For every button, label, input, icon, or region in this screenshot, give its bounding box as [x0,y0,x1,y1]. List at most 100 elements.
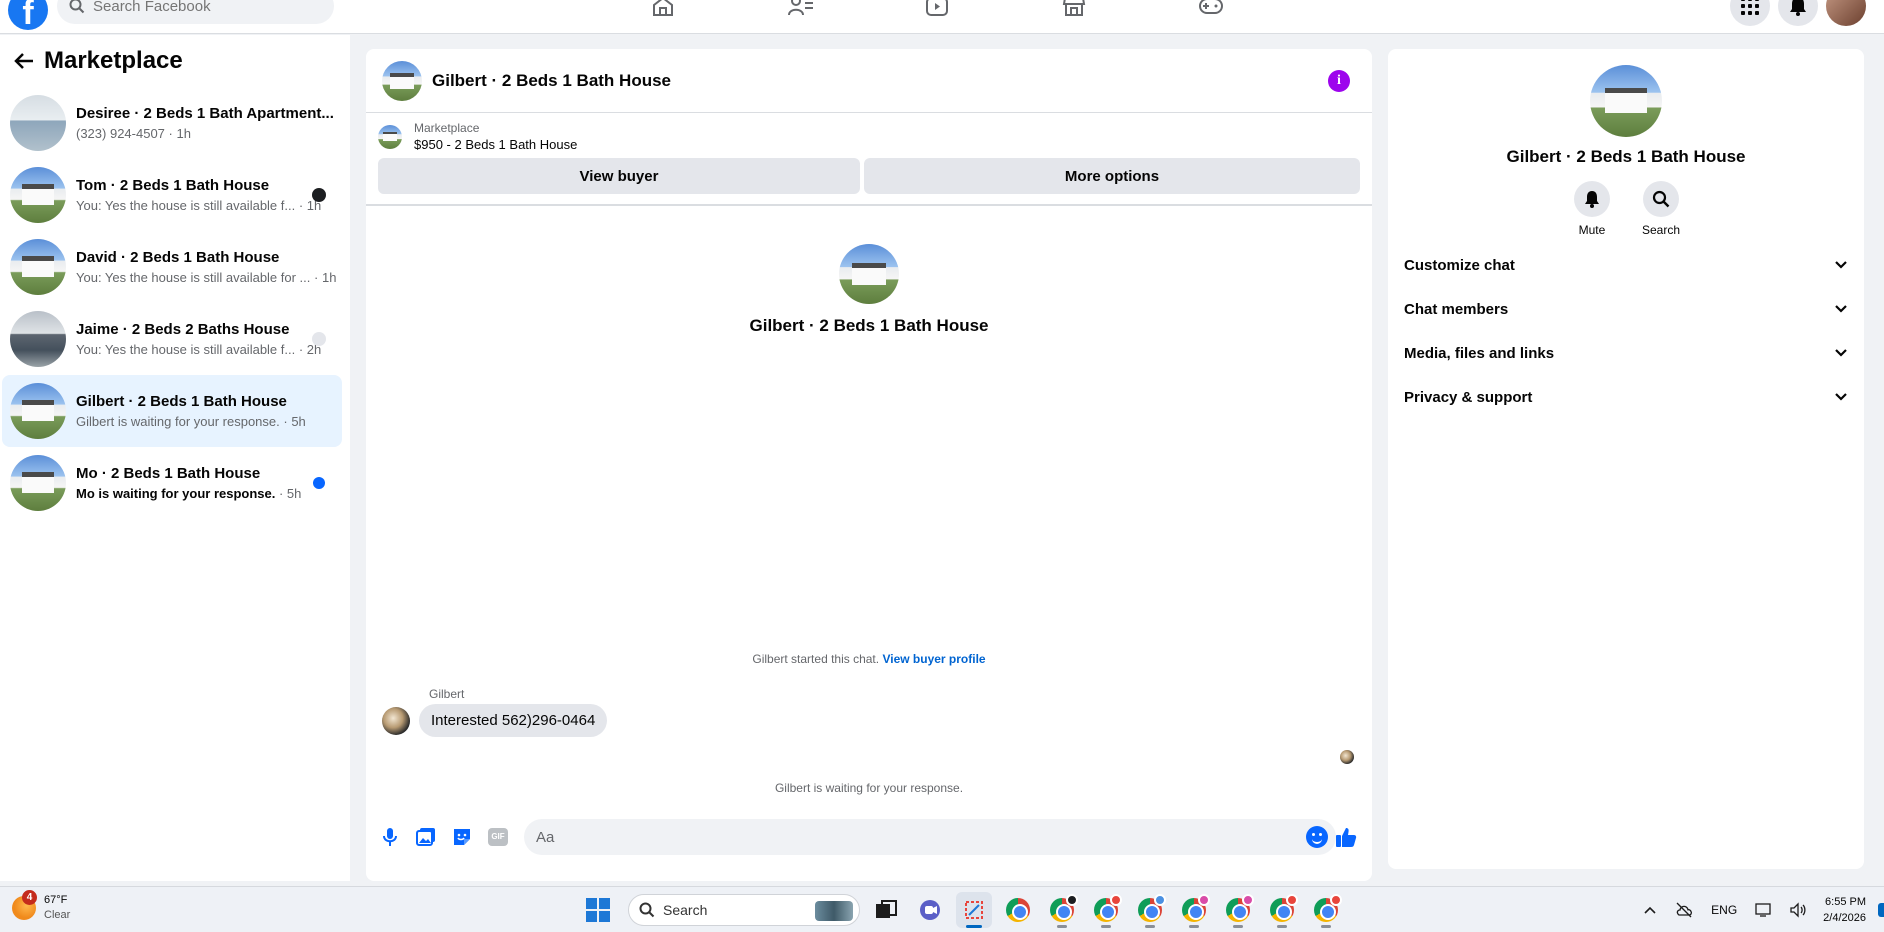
conversation-info-panel: Gilbert · 2 Beds 1 Bath House Mute Searc… [1388,49,1864,869]
video-icon[interactable] [922,0,952,18]
section-chat-members[interactable]: Chat members [1388,287,1864,331]
weather-widget[interactable]: 4 67°F Clear [12,890,71,923]
conversation-item[interactable]: Jaime · 2 Beds 2 Baths House You: Yes th… [2,303,342,375]
chrome-profile-icon[interactable] [1088,892,1124,928]
conversation-item-unread[interactable]: Mo · 2 Beds 1 Bath House Mo is waiting f… [2,447,342,519]
facebook-search-box[interactable] [57,0,334,24]
sender-avatar[interactable] [382,706,410,735]
search-label: Search [1641,223,1681,237]
seen-avatar [312,188,326,202]
sticker-icon[interactable] [450,825,474,849]
listing-price[interactable]: $950 - 2 Beds 1 Bath House [414,137,577,152]
gif-icon[interactable]: GIF [486,825,510,849]
waiting-notice: Gilbert is waiting for your response. [774,781,964,795]
info-icon[interactable]: i [1328,70,1350,92]
unread-dot [313,477,325,489]
photo-icon[interactable] [414,825,438,849]
section-privacy-support[interactable]: Privacy & support [1388,375,1864,419]
search-icon [639,902,655,918]
listing-avatar [10,383,66,439]
home-icon[interactable] [648,0,678,18]
chat-panel: Gilbert · 2 Beds 1 Bath House i Marketpl… [366,49,1372,881]
gaming-icon[interactable] [1196,0,1226,18]
teams-chat-icon[interactable] [912,892,948,928]
menu-grid-button[interactable] [1730,0,1770,26]
cloud-off-icon[interactable] [1670,896,1698,924]
clock-time: 6:55 PM [1825,896,1866,908]
section-customize-chat[interactable]: Customize chat [1388,243,1864,287]
language-indicator[interactable]: ENG [1711,903,1737,917]
thumbs-up-icon[interactable] [1334,825,1358,849]
search-icon [69,0,85,14]
search-in-chat-button[interactable]: Search [1642,181,1680,237]
chat-title[interactable]: Gilbert · 2 Beds 1 Bath House [432,71,671,91]
mute-button[interactable]: Mute [1573,181,1610,237]
bell-icon [1790,0,1806,16]
friends-icon[interactable] [786,0,816,18]
listing-avatar [10,95,66,151]
chevron-up-icon[interactable] [1636,896,1664,924]
intro-avatar [839,244,899,304]
more-options-button[interactable]: More options [864,158,1360,194]
taskbar-search[interactable]: Search [628,894,860,926]
chevron-down-icon [1835,305,1847,313]
listing-avatar [10,455,66,511]
listing-banner: Marketplace $950 - 2 Beds 1 Bath House V… [366,113,1372,206]
search-highlight-image [815,901,853,921]
emoji-icon[interactable] [1306,826,1328,848]
chevron-down-icon [1835,393,1847,401]
conversation-item[interactable]: David · 2 Beds 1 Bath House You: Yes the… [2,231,342,303]
profile-avatar[interactable] [1826,0,1866,26]
section-media-files-links[interactable]: Media, files and links [1388,331,1864,375]
weather-badge: 4 [22,890,37,905]
view-buyer-profile-link[interactable]: View buyer profile [882,652,985,666]
chrome-profile-icon[interactable] [1044,892,1080,928]
notification-indicator[interactable] [1878,903,1884,917]
info-name: Gilbert · 2 Beds 1 Bath House [1506,147,1746,166]
conversation-name: David · 2 Beds 1 Bath House [76,249,280,266]
chat-started-notice: Gilbert started this chat. View buyer pr… [752,652,986,666]
windows-taskbar: 4 67°F Clear Search ENG 6:55 PM 2/4/2026 [0,886,1884,932]
sidebar-title: Marketplace [44,47,183,74]
message-composer: GIF [366,819,1372,855]
message-row: Interested 562)296-0464 [382,704,608,737]
conversation-item-active[interactable]: Gilbert · 2 Beds 1 Bath House Gilbert is… [2,375,342,447]
listing-avatar [10,167,66,223]
listing-thumbnail[interactable] [378,124,402,149]
weather-moon-icon: 4 [12,890,37,920]
facebook-logo[interactable]: f [8,0,48,32]
chevron-down-icon [1835,349,1847,357]
conversation-name: Tom · 2 Beds 1 Bath House [76,177,270,194]
chrome-profile-icon[interactable] [1132,892,1168,928]
system-clock[interactable]: 6:55 PM 2/4/2026 [1823,894,1866,926]
conversation-name: Jaime · 2 Beds 2 Baths House [76,321,290,338]
chrome-profile-icon[interactable] [1176,892,1212,928]
chat-avatar[interactable] [382,60,422,101]
network-icon[interactable] [1750,896,1778,924]
task-view-icon[interactable] [868,892,904,928]
message-bubble[interactable]: Interested 562)296-0464 [419,704,608,737]
conversation-snippet: (323) 924-4507 · 1h [76,126,191,141]
conversation-item[interactable]: Desiree · 2 Beds 1 Bath Apartment... (32… [2,87,342,159]
chrome-icon[interactable] [1000,892,1036,928]
notifications-button[interactable] [1778,0,1818,26]
snipping-tool-icon[interactable] [956,892,992,928]
facebook-search-input[interactable] [93,0,313,15]
microphone-icon[interactable] [378,825,402,849]
menu-grid-icon [1741,0,1759,15]
conversation-item[interactable]: Tom · 2 Beds 1 Bath House You: Yes the h… [2,159,342,231]
message-input-box[interactable] [524,819,1336,855]
weather-desc: Clear [44,909,71,921]
chrome-profile-icon[interactable] [1220,892,1256,928]
chrome-profile-icon[interactable] [1264,892,1300,928]
chat-header: Gilbert · 2 Beds 1 Bath House i [366,49,1372,113]
chrome-profile-icon[interactable] [1308,892,1344,928]
message-input[interactable] [536,828,1296,846]
windows-start-icon[interactable] [586,898,610,922]
conversation-snippet: You: Yes the house is still available f.… [76,198,322,213]
back-arrow-icon[interactable] [12,49,36,73]
volume-icon[interactable] [1784,896,1812,924]
view-buyer-button[interactable]: View buyer [378,158,860,194]
marketplace-icon[interactable] [1059,0,1089,18]
info-avatar [1590,65,1662,137]
